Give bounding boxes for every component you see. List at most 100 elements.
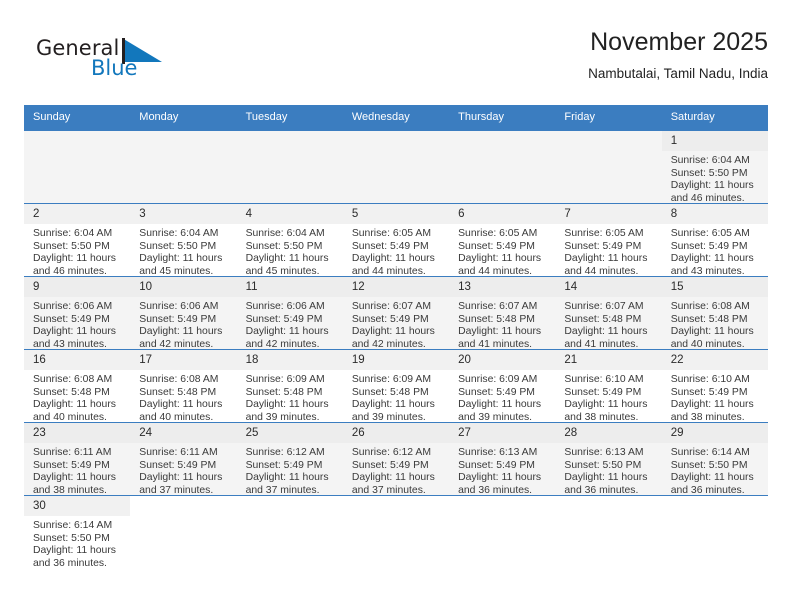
sunrise-text: Sunrise: 6:14 AM <box>670 447 750 458</box>
day-cell-content[interactable]: 19 Sunrise: 6:09 AM Sunset: 5:48 PM Dayligh… <box>342 350 450 422</box>
sunrise-text: Sunrise: 6:04 AM <box>245 228 325 239</box>
day-cell-content[interactable]: 12 Sunrise: 6:07 AM Sunset: 5:49 PM Dayligh… <box>342 277 450 349</box>
daylight-text-line2: and 38 minutes. <box>670 411 745 422</box>
daylight-text-line1: Daylight: 11 hours <box>351 472 435 484</box>
sunrise-text: Sunrise: 6:04 AM <box>670 155 750 166</box>
calendar-day-cell: 27 Sunrise: 6:13 AM Sunset: 5:49 PM Dayligh… <box>449 422 556 496</box>
day-number: 22 <box>661 350 768 370</box>
sunset-text: Sunset: 5:49 PM <box>139 313 217 325</box>
day-number: 10 <box>130 277 237 297</box>
sunrise-text: Sunrise: 6:04 AM <box>33 228 113 239</box>
day-cell-content[interactable]: 7 Sunrise: 6:05 AM Sunset: 5:49 PM Daylight… <box>555 204 662 276</box>
calendar-day-cell: 12 Sunrise: 6:07 AM Sunset: 5:49 PM Dayligh… <box>342 276 450 350</box>
daylight-text-line1: Daylight: 11 hours <box>351 399 435 411</box>
sunset-text: Sunset: 5:49 PM <box>458 240 535 252</box>
sunset-text: Sunset: 5:48 PM <box>245 386 323 398</box>
sunrise-text: Sunrise: 6:12 AM <box>245 447 325 458</box>
daylight-text-line1: Daylight: 11 hours <box>670 253 754 265</box>
day-details: Sunrise: 6:04 AM Sunset: 5:50 PM Daylight:… <box>662 151 768 203</box>
day-number: 28 <box>555 423 662 443</box>
sunrise-text: Sunrise: 6:09 AM <box>245 374 325 385</box>
daylight-text-line2: and 43 minutes. <box>670 265 745 276</box>
day-cell-content[interactable]: 21 Sunrise: 6:10 AM Sunset: 5:49 PM Dayligh… <box>555 350 662 422</box>
day-details: Sunrise: 6:06 AM Sunset: 5:49 PM Daylight:… <box>130 297 236 349</box>
sunrise-text: Sunrise: 6:13 AM <box>458 447 538 458</box>
daylight-text-line2: and 36 minutes. <box>564 484 639 495</box>
sunrise-text: Sunrise: 6:05 AM <box>351 228 431 239</box>
sunset-text: Sunset: 5:50 PM <box>670 167 748 179</box>
day-details: Sunrise: 6:13 AM Sunset: 5:50 PM Daylight:… <box>555 443 661 495</box>
sunset-text: Sunset: 5:49 PM <box>564 240 642 252</box>
daylight-text-line1: Daylight: 11 hours <box>245 472 329 484</box>
daylight-text-line2: and 36 minutes. <box>458 484 533 495</box>
weekday-header-thursday: Thursday <box>449 105 556 131</box>
day-cell-content[interactable]: 4 Sunrise: 6:04 AM Sunset: 5:50 PM Daylight… <box>236 204 343 276</box>
day-cell-content[interactable]: 22 Sunrise: 6:10 AM Sunset: 5:49 PM Dayligh… <box>661 350 768 422</box>
day-details: Sunrise: 6:04 AM Sunset: 5:50 PM Daylight:… <box>237 224 343 276</box>
day-number: 26 <box>342 423 450 443</box>
day-details: Sunrise: 6:05 AM Sunset: 5:49 PM Daylight:… <box>555 224 661 276</box>
day-cell-content[interactable]: 2 Sunrise: 6:04 AM Sunset: 5:50 PM Daylight… <box>24 204 131 276</box>
weekday-header-row: Sunday Monday Tuesday Wednesday Thursday… <box>24 105 768 131</box>
calendar-day-cell: 24 Sunrise: 6:11 AM Sunset: 5:49 PM Dayligh… <box>130 422 237 496</box>
day-details: Sunrise: 6:09 AM Sunset: 5:49 PM Daylight:… <box>449 370 555 422</box>
weekday-header-monday: Monday <box>130 105 237 131</box>
sunrise-text: Sunrise: 6:10 AM <box>564 374 644 385</box>
day-cell-content[interactable]: 8 Sunrise: 6:05 AM Sunset: 5:49 PM Daylight… <box>661 204 768 276</box>
day-number: 13 <box>449 277 556 297</box>
day-cell-content[interactable]: 16 Sunrise: 6:08 AM Sunset: 5:48 PM Dayligh… <box>24 350 131 422</box>
day-cell-content[interactable]: 23 Sunrise: 6:11 AM Sunset: 5:49 PM Dayligh… <box>24 423 131 495</box>
calendar-week-row: 1 Sunrise: 6:04 AM Sunset: 5:50 PM Daylight… <box>24 130 768 204</box>
sunrise-text: Sunrise: 6:13 AM <box>564 447 644 458</box>
day-cell-content[interactable]: 1 Sunrise: 6:04 AM Sunset: 5:50 PM Daylight… <box>661 131 768 203</box>
day-number: 9 <box>24 277 131 297</box>
day-number: 18 <box>236 350 343 370</box>
day-cell-content[interactable]: 5 Sunrise: 6:05 AM Sunset: 5:49 PM Daylight… <box>342 204 450 276</box>
weekday-header-sunday: Sunday <box>24 105 131 131</box>
day-number: 25 <box>236 423 343 443</box>
day-cell-content[interactable]: 6 Sunrise: 6:05 AM Sunset: 5:49 PM Daylight… <box>449 204 556 276</box>
daylight-text-line1: Daylight: 11 hours <box>458 253 542 265</box>
calendar-week-row: 2 Sunrise: 6:04 AM Sunset: 5:50 PM Daylight… <box>24 203 768 277</box>
daylight-text-line1: Daylight: 11 hours <box>33 326 116 338</box>
day-cell-content[interactable]: 26 Sunrise: 6:12 AM Sunset: 5:49 PM Dayligh… <box>342 423 450 495</box>
day-cell-content[interactable]: 3 Sunrise: 6:04 AM Sunset: 5:50 PM Daylight… <box>130 204 237 276</box>
day-cell-content[interactable]: 17 Sunrise: 6:08 AM Sunset: 5:48 PM Dayligh… <box>130 350 237 422</box>
day-details: Sunrise: 6:12 AM Sunset: 5:49 PM Daylight:… <box>343 443 449 495</box>
day-details: Sunrise: 6:14 AM Sunset: 5:50 PM Daylight:… <box>662 443 768 495</box>
day-cell-content[interactable]: 29 Sunrise: 6:14 AM Sunset: 5:50 PM Dayligh… <box>661 423 768 495</box>
day-cell-content[interactable]: 24 Sunrise: 6:11 AM Sunset: 5:49 PM Dayligh… <box>130 423 237 495</box>
sunset-text: Sunset: 5:48 PM <box>458 313 535 325</box>
day-number: 23 <box>24 423 131 443</box>
day-cell-content[interactable]: 20 Sunrise: 6:09 AM Sunset: 5:49 PM Dayligh… <box>449 350 556 422</box>
weekday-header-tuesday: Tuesday <box>236 105 343 131</box>
weekday-header-saturday: Saturday <box>661 105 768 131</box>
calendar-cell-empty <box>555 130 662 204</box>
day-cell-content[interactable]: 13 Sunrise: 6:07 AM Sunset: 5:48 PM Dayligh… <box>449 277 556 349</box>
sunset-text: Sunset: 5:48 PM <box>670 313 748 325</box>
day-cell-content[interactable]: 10 Sunrise: 6:06 AM Sunset: 5:49 PM Dayligh… <box>130 277 237 349</box>
day-cell-content[interactable]: 14 Sunrise: 6:07 AM Sunset: 5:48 PM Dayligh… <box>555 277 662 349</box>
daylight-text-line2: and 39 minutes. <box>458 411 533 422</box>
day-cell-content[interactable]: 27 Sunrise: 6:13 AM Sunset: 5:49 PM Dayligh… <box>449 423 556 495</box>
sunset-text: Sunset: 5:49 PM <box>351 459 429 471</box>
daylight-text-line1: Daylight: 11 hours <box>139 472 223 484</box>
day-cell-content[interactable]: 11 Sunrise: 6:06 AM Sunset: 5:49 PM Dayligh… <box>236 277 343 349</box>
calendar-day-cell: 4 Sunrise: 6:04 AM Sunset: 5:50 PM Daylight… <box>236 203 343 277</box>
calendar-cell-empty <box>555 495 662 568</box>
day-cell-content[interactable]: 9 Sunrise: 6:06 AM Sunset: 5:49 PM Daylight… <box>24 277 131 349</box>
day-cell-content[interactable]: 18 Sunrise: 6:09 AM Sunset: 5:48 PM Dayligh… <box>236 350 343 422</box>
sunset-text: Sunset: 5:50 PM <box>33 532 110 544</box>
general-blue-logo[interactable]: General Blue <box>36 36 166 92</box>
day-cell-content[interactable]: 25 Sunrise: 6:12 AM Sunset: 5:49 PM Dayligh… <box>236 423 343 495</box>
sunrise-text: Sunrise: 6:05 AM <box>458 228 538 239</box>
sunset-text: Sunset: 5:50 PM <box>670 459 748 471</box>
weekday-header-friday: Friday <box>555 105 662 131</box>
day-cell-content[interactable]: 15 Sunrise: 6:08 AM Sunset: 5:48 PM Dayligh… <box>661 277 768 349</box>
sunset-text: Sunset: 5:49 PM <box>670 386 748 398</box>
day-number: 6 <box>449 204 556 224</box>
daylight-text-line2: and 46 minutes. <box>33 265 107 276</box>
daylight-text-line1: Daylight: 11 hours <box>670 399 754 411</box>
day-cell-content[interactable]: 30 Sunrise: 6:14 AM Sunset: 5:50 PM Dayligh… <box>24 496 131 568</box>
day-cell-content[interactable]: 28 Sunrise: 6:13 AM Sunset: 5:50 PM Dayligh… <box>555 423 662 495</box>
